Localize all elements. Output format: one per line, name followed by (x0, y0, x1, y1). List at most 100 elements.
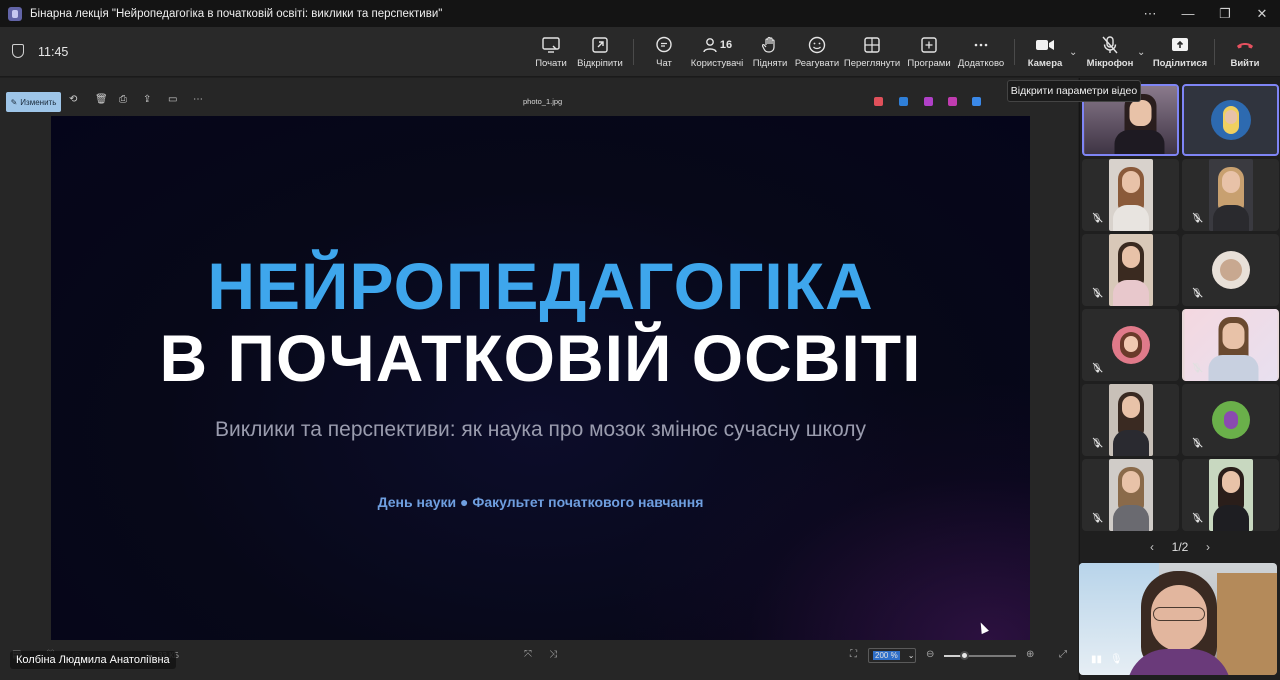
window-more-button[interactable]: ⋯ (1132, 0, 1168, 27)
mic-muted-icon: 🎙 (1190, 361, 1204, 375)
delete-icon[interactable]: 🗑 (95, 94, 108, 105)
participant-face (1221, 171, 1240, 193)
react-button[interactable]: Реагувати (795, 35, 839, 71)
image-filename: photo_1.jpg (523, 97, 563, 106)
more-icon (973, 35, 989, 55)
raise-hand-button[interactable]: Підняти (753, 35, 787, 71)
more-button[interactable]: Додатково (958, 35, 1004, 71)
meeting-toolbar: 11:45 Почати Відкріпити Чат 16 Користува… (0, 27, 1280, 77)
participant-body (1212, 205, 1249, 231)
previous-page-icon[interactable]: ‹ (1150, 540, 1154, 554)
popout-label: Відкріпити (577, 58, 623, 69)
self-glasses (1153, 607, 1205, 621)
participant-body (1112, 505, 1149, 531)
self-view-video[interactable]: ▮▮ 🎙 (1079, 563, 1277, 675)
participant-body (1112, 280, 1149, 306)
camera-button[interactable]: Камера (1028, 35, 1062, 71)
chat-label: Чат (656, 58, 672, 69)
share-button[interactable]: Поділитися (1153, 35, 1207, 71)
app-shortcut-icon-2[interactable] (899, 97, 908, 106)
mic-muted-icon: 🎙 (1090, 436, 1104, 450)
participant-tile[interactable] (1182, 84, 1279, 156)
participant-video (1208, 159, 1253, 231)
mic-button[interactable]: Мікрофон (1086, 35, 1134, 71)
mic-options-chevron-icon[interactable]: ⌄ (1137, 47, 1145, 58)
participant-face (1221, 471, 1240, 493)
add-app-icon (921, 35, 937, 55)
video-settings-tooltip: Відкрити параметри відео (1007, 80, 1141, 102)
share-image-icon[interactable]: ⇪ (143, 94, 151, 105)
participant-tile[interactable]: 🎙 (1082, 384, 1179, 456)
participant-video (1108, 459, 1153, 531)
view-label: Переглянути (843, 58, 901, 69)
person-icon (703, 38, 717, 53)
slide-title-line-1: НЕЙРОПЕДАГОГІКА (207, 249, 874, 323)
video-camera-icon (1035, 35, 1055, 55)
pencil-icon: ✎ (10, 97, 18, 107)
zoom-in-icon[interactable]: ⊕ (1026, 649, 1034, 660)
maximize-button[interactable]: ❐ (1207, 0, 1243, 27)
participant-tile[interactable]: 🎙 (1082, 234, 1179, 306)
fullscreen-icon[interactable]: ⤢ (1059, 649, 1067, 660)
participant-video (1108, 234, 1153, 306)
people-button[interactable]: 16 Користувачі (691, 35, 743, 71)
raise-hand-label: Підняти (752, 58, 788, 69)
participant-tile[interactable]: 🎙 (1182, 234, 1279, 306)
hang-up-icon (1235, 35, 1255, 55)
app-shortcut-icon-4[interactable] (948, 97, 957, 106)
print-icon[interactable]: ⎙ (119, 94, 127, 105)
zoom-value: 200 % (873, 651, 900, 660)
fit-to-window-icon[interactable]: ⛶ (850, 649, 857, 660)
start-button[interactable]: Почати (535, 35, 567, 71)
self-view-status: ▮▮ 🎙 (1091, 654, 1123, 665)
view-button[interactable]: Переглянути (843, 35, 901, 71)
start-icon (542, 35, 560, 55)
avatar-face (1224, 110, 1237, 124)
slideshow-icon[interactable]: ▭ (168, 94, 177, 105)
app-shortcut-icon-1[interactable] (874, 97, 883, 106)
mic-label: Мікрофон (1086, 58, 1134, 69)
participant-tile[interactable]: 🎙 (1182, 384, 1279, 456)
edit-image-button[interactable]: ✎ Изменить (6, 92, 61, 112)
camera-options-chevron-icon[interactable]: ⌄ (1069, 47, 1077, 58)
window-title: Бінарна лекція "Нейропедагогіка в початк… (30, 7, 443, 20)
participant-body (1208, 355, 1258, 381)
minimize-button[interactable]: — (1170, 0, 1206, 27)
toolbar-divider (1014, 39, 1015, 65)
apps-button[interactable]: Програми (907, 35, 951, 71)
meeting-timer: 11:45 (38, 45, 69, 59)
participant-tile[interactable]: 🎙 (1182, 159, 1279, 231)
mic-muted-icon: 🎙 (1190, 286, 1204, 300)
shared-screen: ✎ Изменить ⟲ 🗑 ⎙ ⇪ ▭ ⋯ photo_1.jpg НЕЙРО… (0, 78, 1078, 680)
zoom-slider-thumb[interactable] (960, 651, 969, 660)
participant-tile[interactable]: 🎙 (1082, 459, 1179, 531)
participant-avatar (1211, 251, 1250, 289)
zoom-select[interactable]: 200 % ⌄ (868, 648, 916, 663)
chat-button[interactable]: Чат (652, 35, 676, 71)
participant-tile[interactable]: 🎙 (1082, 159, 1179, 231)
participant-tile[interactable]: 🎙 (1082, 309, 1179, 381)
edit-image-label: Изменить (20, 97, 57, 107)
crop-icon[interactable]: ⤨ (549, 649, 557, 660)
fit-icon[interactable]: ⤧ (524, 649, 532, 660)
app-shortcut-icon-3[interactable] (924, 97, 933, 106)
participant-face (1222, 323, 1244, 349)
participant-video (1108, 384, 1153, 456)
participant-tile[interactable]: 🎙 (1182, 309, 1279, 381)
leave-button[interactable]: Вийти (1230, 35, 1260, 71)
popout-button[interactable]: Відкріпити (577, 35, 623, 71)
close-window-button[interactable]: ✕ (1244, 0, 1280, 27)
shield-icon (12, 44, 24, 58)
more-label: Додатково (957, 58, 1005, 69)
participant-face (1121, 171, 1140, 193)
people-label: Користувачі (690, 58, 744, 69)
participant-avatar (1111, 326, 1150, 364)
next-page-icon[interactable]: › (1206, 540, 1210, 554)
participant-tile[interactable]: 🎙 (1182, 459, 1279, 531)
popout-icon (592, 35, 608, 55)
onedrive-icon[interactable] (972, 97, 981, 106)
zoom-out-icon[interactable]: ⊖ (926, 649, 934, 660)
rotate-icon[interactable]: ⟲ (69, 94, 77, 105)
participant-face (1121, 396, 1140, 418)
more-options-icon[interactable]: ⋯ (193, 94, 203, 105)
